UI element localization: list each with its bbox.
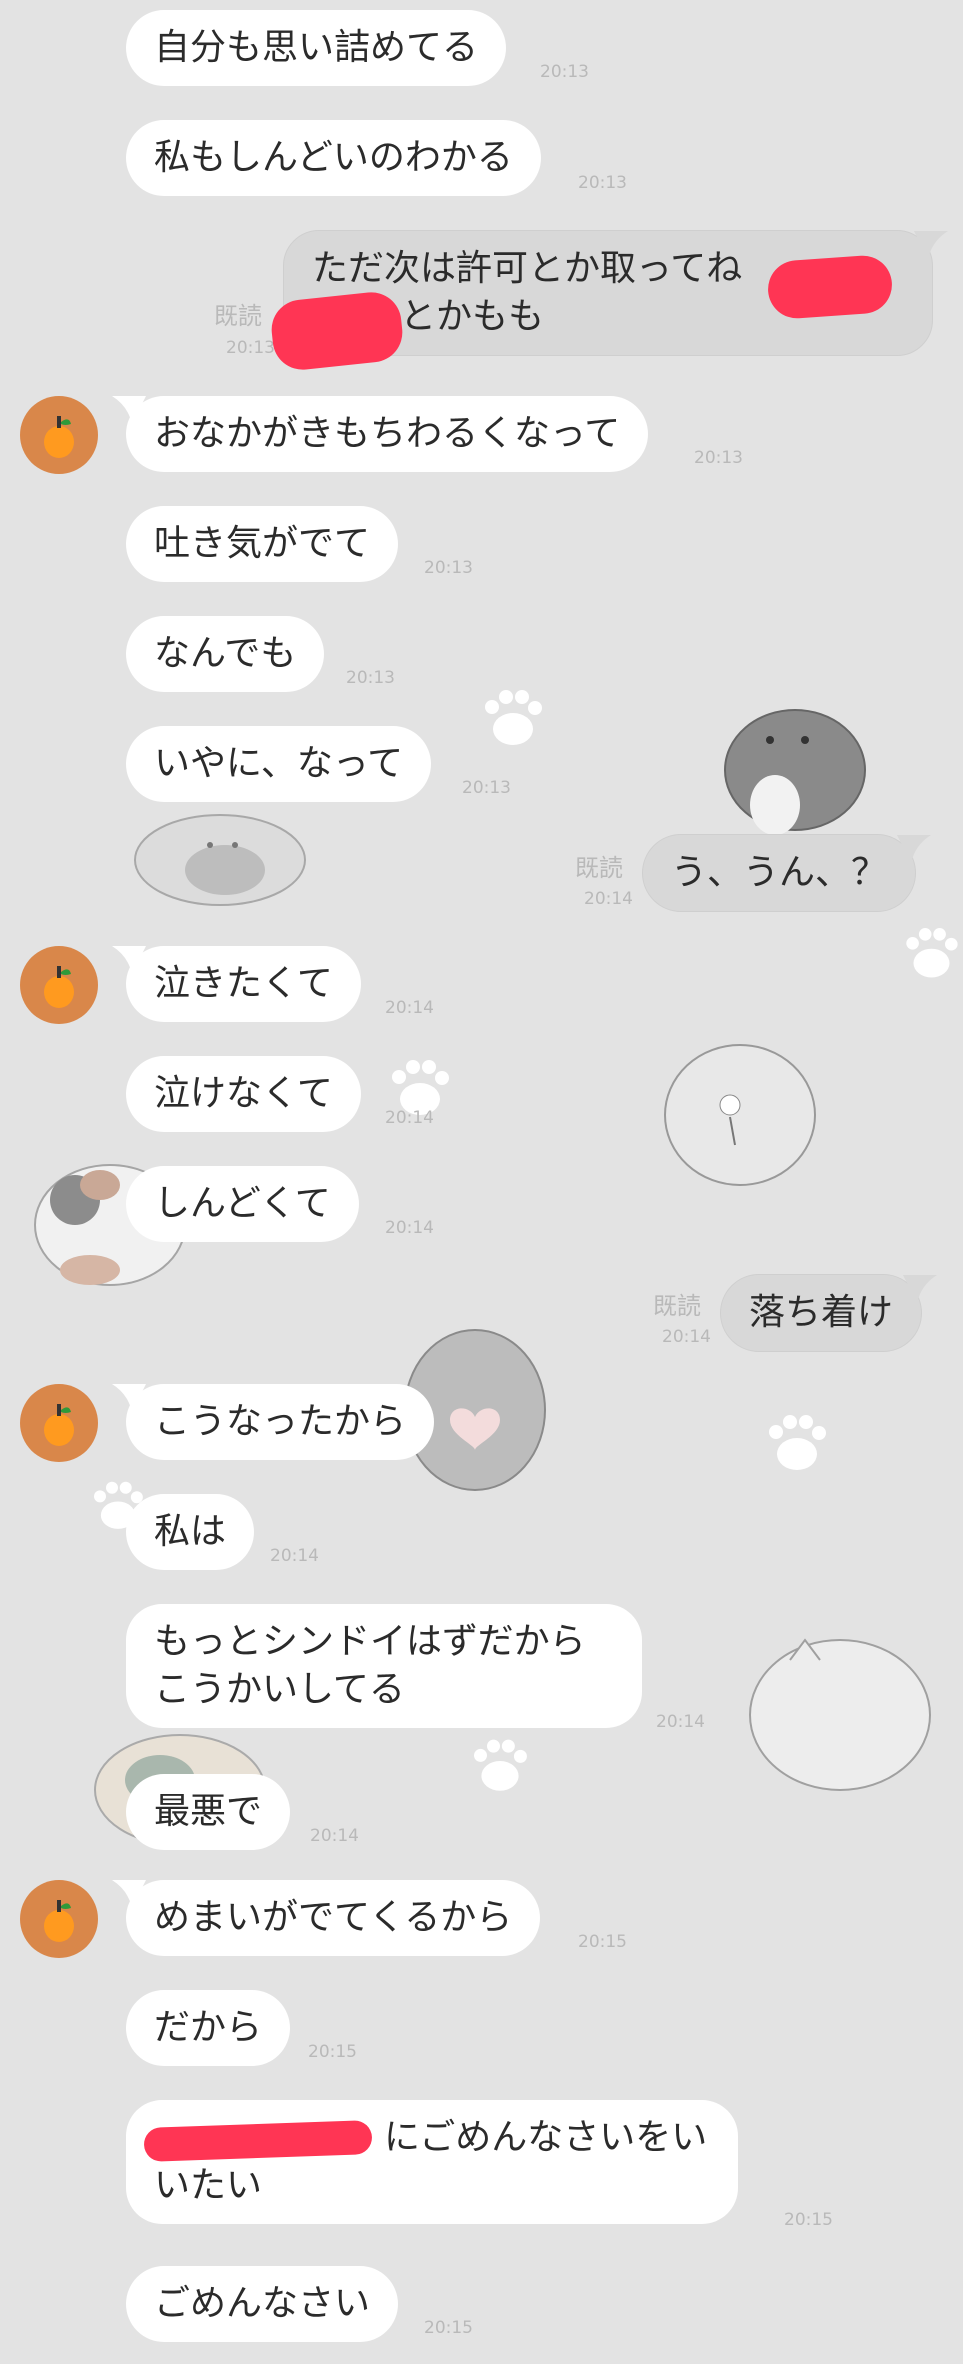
message-line: いたい xyxy=(154,2165,263,2206)
bubble-tail-icon xyxy=(112,1880,146,1908)
message-time: 20:14 xyxy=(656,1712,705,1732)
message-time: 20:14 xyxy=(662,1327,711,1347)
orange-fruit-icon xyxy=(44,966,74,1008)
contact-avatar[interactable] xyxy=(20,1880,98,1958)
message-time: 20:15 xyxy=(308,2042,357,2062)
incoming-message-bubble[interactable]: なんでも xyxy=(126,616,325,692)
incoming-message-bubble[interactable]: だから xyxy=(126,1990,291,2066)
bubble-tail-icon xyxy=(112,396,146,424)
incoming-message-bubble[interactable]: おなかがきもちわるくなって xyxy=(112,396,649,472)
contact-avatar[interactable] xyxy=(20,396,98,474)
message-time: 20:14 xyxy=(310,1826,359,1846)
message-text: めまいがでてくるから xyxy=(154,1897,513,1938)
incoming-message-bubble[interactable]: 泣きたくて xyxy=(112,946,361,1022)
message-time: 20:14 xyxy=(270,1546,319,1566)
message-time: 20:14 xyxy=(385,1108,434,1128)
incoming-message-bubble[interactable]: こうなったから xyxy=(112,1384,435,1460)
bubble-tail-icon xyxy=(112,1384,146,1412)
incoming-message-bubble[interactable]: 最悪で xyxy=(126,1774,291,1850)
incoming-message-bubble[interactable]: めまいがでてくるから xyxy=(112,1880,541,1956)
message-text: 泣けなくて xyxy=(154,1073,333,1114)
message-time: 20:14 xyxy=(584,889,633,909)
incoming-message-bubble[interactable]: いやに、なって xyxy=(126,726,432,802)
bubble-tail-icon xyxy=(897,835,932,863)
message-text: しんどくて xyxy=(154,1183,331,1224)
message-time: 20:13 xyxy=(424,558,473,578)
bubble-tail-icon xyxy=(914,231,948,259)
message-time: 20:13 xyxy=(462,778,511,798)
paw-icon xyxy=(485,690,542,745)
message-time: 20:14 xyxy=(385,1218,434,1238)
incoming-message-bubble[interactable]: 私は xyxy=(126,1494,255,1570)
orange-fruit-icon xyxy=(44,1404,74,1446)
message-time: 20:15 xyxy=(424,2318,473,2338)
incoming-message-bubble[interactable]: ごめんなさい xyxy=(126,2266,399,2342)
outgoing-message-bubble[interactable]: う、うん、？ xyxy=(642,834,932,912)
message-text: なんでも xyxy=(154,633,297,674)
outgoing-message-bubble[interactable]: 落ち着け xyxy=(720,1274,938,1352)
message-text: こうなったから xyxy=(154,1401,407,1442)
white-cat-illustration-icon xyxy=(749,1638,931,1791)
message-time: 20:13 xyxy=(694,448,743,468)
message-text: 私は xyxy=(154,1511,227,1552)
message-text: ごめんなさい xyxy=(154,2283,371,2324)
orange-fruit-icon xyxy=(44,1900,74,1942)
message-text: 私もしんどいのわかる xyxy=(154,137,513,178)
cat-illustration-icon xyxy=(134,814,306,906)
message-text: 最悪で xyxy=(154,1791,263,1832)
message-text: おなかがきもちわるくなって xyxy=(154,413,621,454)
incoming-message-bubble[interactable]: 吐き気がでて xyxy=(126,506,399,582)
message-time: 20:13 xyxy=(578,173,627,193)
message-time: 20:13 xyxy=(226,338,275,358)
message-text: だから xyxy=(154,2007,263,2048)
message-time: 20:13 xyxy=(346,668,395,688)
bubble-tail-icon xyxy=(112,946,146,974)
dark-cat-illustration-icon xyxy=(724,709,866,835)
incoming-message-bubble[interactable]: もっとシンドイはずだから こうかいしてる xyxy=(126,1604,642,1728)
chat-area[interactable]: 自分も思い詰めてる 20:13 私もしんどいのわかる 20:13 既読 20:1… xyxy=(0,0,963,2364)
message-text: いやに、なって xyxy=(154,743,404,784)
message-time: 20:13 xyxy=(540,62,589,82)
message-line: こうかいしてる xyxy=(154,1669,405,1710)
contact-avatar[interactable] xyxy=(20,946,98,1024)
message-text: う、うん、？ xyxy=(671,852,888,893)
paw-icon xyxy=(474,1739,527,1791)
redaction-mark xyxy=(766,253,894,321)
read-receipt: 既読 xyxy=(214,302,262,330)
paw-icon xyxy=(906,928,958,978)
read-receipt: 既読 xyxy=(575,854,623,882)
message-line: もっとシンドイはずだから xyxy=(154,1621,586,1662)
message-text: 吐き気がでて xyxy=(154,523,371,564)
redaction-mark xyxy=(268,289,406,373)
message-time: 20:14 xyxy=(385,998,434,1018)
message-text: 泣きたくて xyxy=(154,963,333,1004)
message-time: 20:15 xyxy=(578,1932,627,1952)
message-text: 落ち着け xyxy=(749,1292,894,1333)
incoming-message-bubble[interactable]: 泣けなくて xyxy=(126,1056,361,1132)
message-time: 20:15 xyxy=(784,2210,833,2230)
paw-icon xyxy=(769,1415,826,1470)
contact-avatar[interactable] xyxy=(20,1384,98,1462)
bear-with-flower-illustration-icon xyxy=(664,1044,816,1186)
incoming-message-bubble[interactable]: しんどくて xyxy=(126,1166,359,1242)
incoming-message-bubble[interactable]: 私もしんどいのわかる xyxy=(126,120,541,196)
incoming-message-bubble[interactable]: にごめんなさいをい いたい xyxy=(126,2100,738,2224)
orange-fruit-icon xyxy=(44,416,74,458)
read-receipt: 既読 xyxy=(653,1292,701,1320)
bubble-tail-icon xyxy=(903,1275,938,1303)
incoming-message-bubble[interactable]: 自分も思い詰めてる xyxy=(126,10,507,86)
message-text: 自分も思い詰めてる xyxy=(154,27,479,68)
